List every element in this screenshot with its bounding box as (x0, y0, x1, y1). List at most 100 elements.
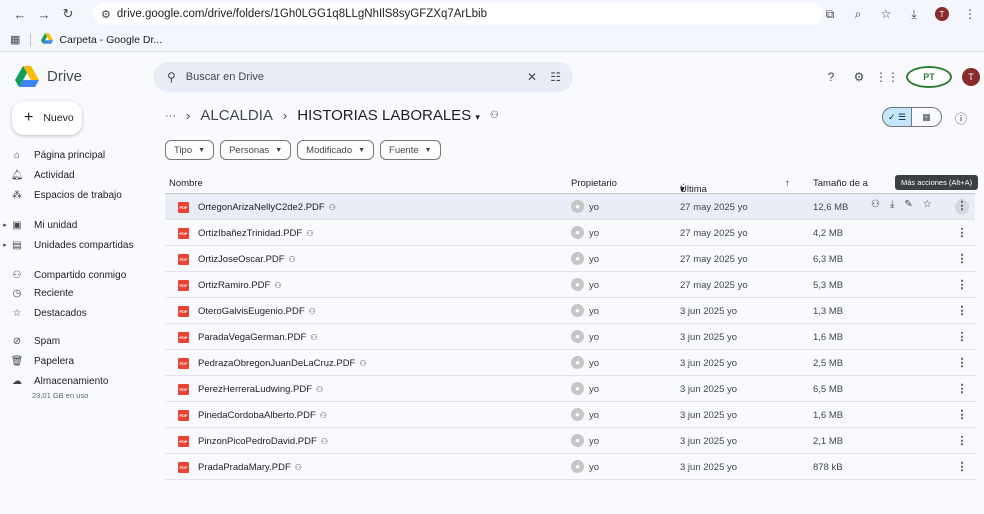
breadcrumb-overflow[interactable]: ··· (165, 110, 176, 122)
file-name[interactable]: OrtizJoseOscar.PDF ⚇ (198, 254, 296, 265)
file-owner: yo (589, 358, 600, 369)
column-name[interactable]: Nombre (169, 178, 203, 189)
sidebar-item-shared-with-me[interactable]: ⚇ Compartido conmigo (0, 265, 140, 285)
table-row[interactable]: PDF OrtizIbañezTrinidad.PDF ⚇ ● yo 27 may 202… (165, 220, 975, 246)
cast-icon[interactable]: ⧉ (820, 4, 840, 24)
more-actions-icon[interactable]: ⋮ (955, 304, 969, 317)
sidebar-item-spam[interactable]: ⊘ Spam (0, 331, 140, 351)
more-actions-icon[interactable]: ⋮ (955, 434, 969, 447)
settings-icon[interactable]: ⚙ (850, 68, 868, 86)
help-icon[interactable]: ? (822, 68, 840, 86)
clear-search-icon[interactable]: ✕ (527, 70, 537, 84)
table-row[interactable]: PDF OteroGalvisEugenio.PDF ⚇ ● yo 3 jun 2025 … (165, 298, 975, 324)
more-actions-icon[interactable]: ⋮ (955, 278, 969, 291)
file-name[interactable]: PerezHerreraLudwing.PDF ⚇ (198, 384, 323, 395)
filter-source[interactable]: Fuente ▼ (380, 140, 441, 160)
table-row[interactable]: PDF ParadaVegaGerman.PDF ⚇ ● yo 3 jun 2025 yo… (165, 324, 975, 350)
sidebar-item-starred[interactable]: ☆ Destacados (0, 303, 140, 323)
grid-view-button[interactable]: ▦ (912, 107, 942, 127)
bookmark-link[interactable]: Carpeta - Google Dr... (59, 34, 162, 46)
download-icon[interactable]: ⤓ (904, 4, 924, 24)
sidebar-item-my-drive[interactable]: ▸ ▣ Mi unidad (0, 215, 140, 235)
file-name[interactable]: OteroGalvisEugenio.PDF ⚇ (198, 306, 316, 317)
file-size: 1,6 MB (813, 410, 844, 421)
expand-caret-icon[interactable]: ▸ (0, 241, 10, 249)
drive-logo[interactable]: Drive (15, 66, 82, 87)
reload-icon[interactable]: ↻ (56, 2, 80, 26)
sidebar-item-activity[interactable]: 🔔︎ Actividad (0, 165, 140, 185)
forward-icon[interactable]: → (32, 2, 56, 26)
expand-caret-icon[interactable]: ▸ (0, 221, 10, 229)
search-options-icon[interactable]: ☷ (550, 70, 561, 84)
more-actions-icon[interactable]: ⋮ (955, 199, 969, 215)
bookmark-star-icon[interactable]: ☆ (876, 4, 896, 24)
address-bar[interactable]: ⚙ drive.google.com/drive/folders/1Gh0LGG… (93, 3, 823, 25)
more-actions-icon[interactable]: ⋮ (955, 330, 969, 343)
table-row[interactable]: PDF PinzonPicoPedroDavid.PDF ⚇ ● yo 3 jun 202… (165, 428, 975, 454)
file-name[interactable]: ParadaVegaGerman.PDF ⚇ (198, 332, 317, 343)
search-icon[interactable]: ⚲ (167, 70, 176, 84)
download-icon[interactable]: ⤓ (890, 199, 894, 210)
more-actions-icon[interactable]: ⋮ (955, 252, 969, 265)
pdf-file-icon: PDF (178, 462, 189, 473)
rename-icon[interactable]: ✎ (904, 199, 912, 210)
zoom-icon[interactable]: ⌕ (848, 4, 868, 24)
drive-favicon-icon (41, 32, 54, 47)
search-input[interactable]: ⚲ Buscar en Drive ✕ ☷ (153, 62, 573, 92)
sidebar-item-trash[interactable]: 🗑︎ Papelera (0, 351, 140, 371)
table-row[interactable]: PDF OrtizJoseOscar.PDF ⚇ ● yo 27 may 2025 yo 6… (165, 246, 975, 272)
search-placeholder: Buscar en Drive (185, 71, 265, 83)
file-name[interactable]: OrtizIbañezTrinidad.PDF ⚇ (198, 228, 313, 239)
file-name[interactable]: PradaPradaMary.PDF ⚇ (198, 462, 302, 473)
account-avatar[interactable]: T (962, 68, 980, 86)
sort-arrow-icon[interactable]: ↑ (785, 178, 790, 189)
pdf-file-icon: PDF (178, 228, 189, 239)
breadcrumb-current[interactable]: HISTORIAS LABORALES ▾ (297, 107, 480, 124)
table-row[interactable]: PDF OrtizRamiro.PDF ⚇ ● yo 27 may 2025 yo 5,3 … (165, 272, 975, 298)
filter-type[interactable]: Tipo ▼ (165, 140, 215, 160)
sidebar-item-recent[interactable]: ◷ Reciente (0, 283, 140, 303)
new-button[interactable]: + Nuevo (12, 101, 82, 135)
chevron-right-icon: › (282, 108, 288, 123)
sidebar-item-storage[interactable]: ☁ Almacenamiento (0, 371, 140, 391)
sidebar-item-shared-drives[interactable]: ▸ ▤ Unidades compartidas (0, 235, 140, 255)
breadcrumb-parent[interactable]: ALCALDIA (200, 107, 273, 124)
chevron-down-icon: ▾ (475, 112, 480, 122)
column-owner[interactable]: Propietario (571, 178, 617, 189)
star-icon[interactable]: ☆ (923, 199, 932, 210)
file-name[interactable]: OrtegonArizaNellyC2de2.PDF ⚇ (198, 202, 336, 213)
file-name-text: ParadaVegaGerman.PDF (198, 332, 307, 343)
more-actions-icon[interactable]: ⋮ (955, 460, 969, 473)
site-info-icon[interactable]: ⚙ (101, 8, 111, 21)
table-row[interactable]: PDF PradaPradaMary.PDF ⚇ ● yo 3 jun 2025 yo 87… (165, 454, 975, 480)
file-name-text: OrtizIbañezTrinidad.PDF (198, 228, 303, 239)
list-view-button[interactable]: ✓ ☰ (882, 107, 912, 127)
file-name[interactable]: PinedaCordobaAlberto.PDF ⚇ (198, 410, 327, 421)
table-row[interactable]: PDF PedrazaObregonJuanDeLaCruz.PDF ⚇ ● yo 3 j… (165, 350, 975, 376)
shared-icon: ⚇ (359, 359, 367, 368)
sidebar-item-workspaces[interactable]: ⁂ Espacios de trabajo (0, 185, 140, 205)
info-icon[interactable]: ⓘ (955, 110, 967, 127)
sidebar-item-home[interactable]: ⌂ Página principal (0, 145, 140, 165)
table-row[interactable]: PDF PinedaCordobaAlberto.PDF ⚇ ● yo 3 jun 202… (165, 402, 975, 428)
file-name-text: PedrazaObregonJuanDeLaCruz.PDF (198, 358, 356, 369)
back-icon[interactable]: ← (8, 2, 32, 26)
browser-menu-icon[interactable]: ⋮ (960, 4, 980, 24)
table-row[interactable]: PDF PerezHerreraLudwing.PDF ⚇ ● yo 3 jun 2025… (165, 376, 975, 402)
more-actions-icon[interactable]: ⋮ (955, 356, 969, 369)
more-actions-icon[interactable]: ⋮ (955, 226, 969, 239)
more-actions-icon[interactable]: ⋮ (955, 408, 969, 421)
share-icon[interactable]: ⚇ (871, 199, 880, 210)
profile-button[interactable]: T (932, 4, 952, 24)
filter-modified[interactable]: Modificado ▼ (297, 140, 375, 160)
google-apps-icon[interactable]: ⋮⋮ (875, 68, 899, 86)
more-actions-icon[interactable]: ⋮ (955, 382, 969, 395)
file-name[interactable]: OrtizRamiro.PDF ⚇ (198, 280, 281, 291)
apps-grid-icon[interactable]: ▦ (10, 33, 20, 46)
file-name[interactable]: PinzonPicoPedroDavid.PDF ⚇ (198, 436, 328, 447)
column-size[interactable]: Tamaño de a (813, 178, 868, 189)
table-row[interactable]: PDF OrtegonArizaNellyC2de2.PDF ⚇ ● yo 27 may … (165, 194, 975, 220)
filter-people[interactable]: Personas ▼ (220, 140, 292, 160)
file-size: 2,1 MB (813, 436, 844, 447)
file-name[interactable]: PedrazaObregonJuanDeLaCruz.PDF ⚇ (198, 358, 367, 369)
